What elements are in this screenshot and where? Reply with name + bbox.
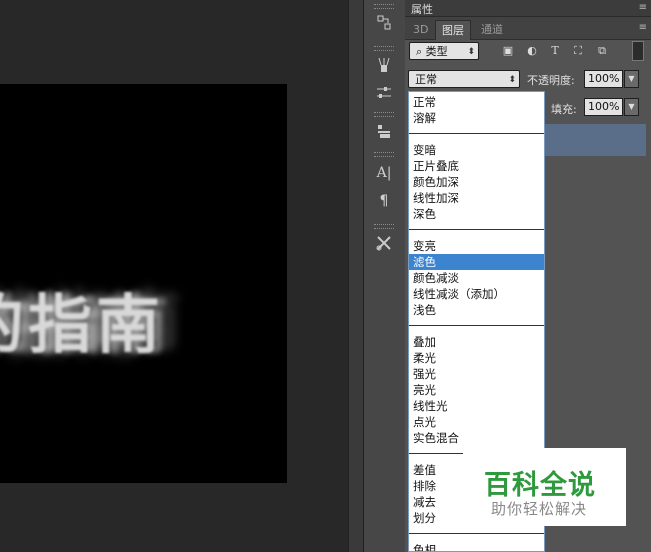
blend-mode-option[interactable]: 变亮 <box>413 238 541 254</box>
opacity-label: 不透明度: <box>527 74 575 87</box>
properties-bar[interactable]: 属性 ≡ <box>405 0 651 17</box>
blend-mode-option[interactable]: 点光 <box>413 414 541 430</box>
blend-mode-option[interactable]: 线性减淡（添加） <box>413 286 541 302</box>
strip-grip[interactable] <box>374 112 394 117</box>
fill-dropdown-button[interactable]: ▼ <box>624 98 639 116</box>
filter-toggle[interactable] <box>632 41 644 61</box>
panel-menu-icon[interactable]: ≡ <box>639 2 647 13</box>
blend-mode-option[interactable]: 色相 <box>413 542 541 551</box>
dropdown-separator <box>409 533 544 534</box>
adjustment-filter-icon[interactable]: ◐ <box>525 44 539 58</box>
pixel-filter-icon[interactable]: ▣ <box>501 44 515 58</box>
blend-mode-option[interactable]: 颜色减淡 <box>413 270 541 286</box>
blend-mode-option[interactable]: 柔光 <box>413 350 541 366</box>
tab-layers[interactable]: 图层 <box>435 20 471 40</box>
strip-grip[interactable] <box>374 4 394 9</box>
updown-arrow-icon: ⬍ <box>508 75 516 85</box>
shape-filter-icon[interactable]: ⛶ <box>571 44 585 58</box>
fill-label: 填充: <box>551 103 577 116</box>
tools-scissors-icon[interactable] <box>372 232 396 254</box>
search-icon: ⌕ <box>416 45 426 58</box>
blend-mode-option[interactable]: 溶解 <box>413 110 541 126</box>
watermark-subtitle: 助你轻松解决 <box>491 500 588 518</box>
tab-3d[interactable]: 3D <box>407 20 434 39</box>
blend-mode-value: 正常 <box>415 73 437 86</box>
canvas-blurred-text: 的指南 <box>0 289 164 363</box>
blend-mode-option[interactable]: 线性加深 <box>413 190 541 206</box>
character-icon[interactable]: A| <box>372 162 396 184</box>
paragraph-icon[interactable]: ¶ <box>372 190 396 212</box>
dropdown-separator <box>409 229 544 230</box>
panel-tabs: 3D 图层 通道 ≡ <box>405 17 651 40</box>
panel-tool-strip: A| ¶ <box>363 0 406 552</box>
type-filter-icon[interactable]: T <box>548 44 562 58</box>
dropdown-separator <box>409 325 544 326</box>
blend-mode-select[interactable]: 正常 ⬍ <box>408 70 520 88</box>
blend-mode-option[interactable]: 正常 <box>413 94 541 110</box>
opacity-dropdown-button[interactable]: ▼ <box>624 70 639 88</box>
strip-grip[interactable] <box>374 224 394 229</box>
blend-mode-option[interactable]: 叠加 <box>413 334 541 350</box>
properties-tab[interactable]: 属性 <box>411 1 433 17</box>
history-icon[interactable] <box>372 12 396 34</box>
fill-input[interactable]: 100% <box>584 98 623 116</box>
blend-mode-option[interactable]: 滤色 <box>409 254 544 270</box>
blend-mode-option[interactable]: 强光 <box>413 366 541 382</box>
watermark-title: 百科全说 <box>484 470 596 501</box>
layer-row-selected[interactable] <box>541 124 646 156</box>
document-canvas[interactable]: 的指南 <box>0 84 287 483</box>
blend-mode-option[interactable]: 变暗 <box>413 142 541 158</box>
strip-grip[interactable] <box>374 152 394 157</box>
clone-source-icon[interactable] <box>372 120 396 142</box>
document-vertical-scrollbar[interactable] <box>348 0 363 552</box>
opacity-input[interactable]: 100% <box>584 70 623 88</box>
brush-presets-icon[interactable] <box>372 54 396 76</box>
updown-arrow-icon: ⬍ <box>467 47 475 57</box>
blend-mode-option[interactable]: 正片叠底 <box>413 158 541 174</box>
blend-mode-option[interactable]: 颜色加深 <box>413 174 541 190</box>
dropdown-separator <box>409 133 544 134</box>
layer-filter-value: 类型 <box>425 45 448 58</box>
blend-mode-option[interactable]: 线性光 <box>413 398 541 414</box>
blend-mode-option[interactable]: 浅色 <box>413 302 541 318</box>
tab-channels[interactable]: 通道 <box>475 20 509 39</box>
blend-mode-option[interactable]: 深色 <box>413 206 541 222</box>
adjust-sliders-icon[interactable] <box>372 82 396 104</box>
smart-object-filter-icon[interactable]: ⧉ <box>595 44 609 58</box>
strip-grip[interactable] <box>374 46 394 51</box>
layer-filter-select[interactable]: ⌕ 类型 ⬍ <box>409 42 479 60</box>
blend-mode-option[interactable]: 亮光 <box>413 382 541 398</box>
tabs-menu-icon[interactable]: ≡ <box>639 22 647 33</box>
blend-mode-option[interactable]: 实色混合 <box>413 430 541 446</box>
